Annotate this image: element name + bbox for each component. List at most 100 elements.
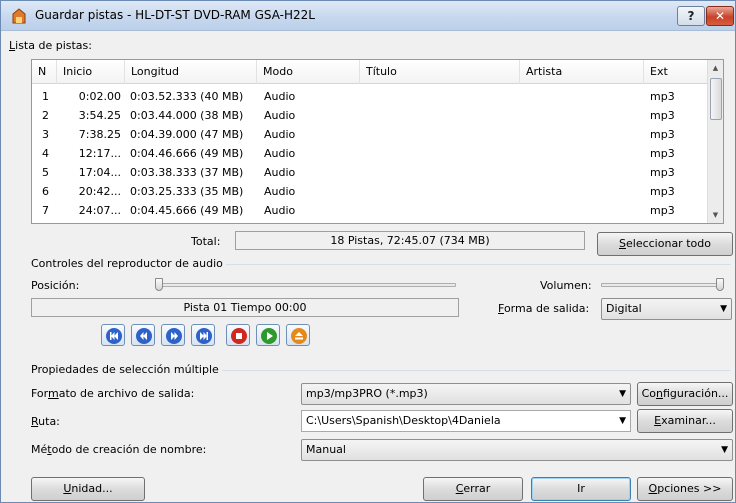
volume-slider[interactable] — [601, 283, 721, 287]
table-row[interactable]: 4 12:17... 0:04.46.666 (49 MB) Audio mp3 — [32, 144, 708, 163]
cell-ext: mp3 — [650, 90, 675, 103]
title-bar: Guardar pistas - HL-DT-ST DVD-RAM GSA-H2… — [1, 1, 735, 31]
cell-ext: mp3 — [650, 185, 675, 198]
player-group-title: Controles del reproductor de audio — [31, 257, 226, 270]
close-window-button[interactable]: ✕ — [706, 6, 734, 26]
cell-length: 0:03.38.333 (37 MB) — [130, 166, 244, 179]
cell-start: 17:04... — [78, 166, 121, 179]
cell-ext: mp3 — [650, 128, 675, 141]
cell-length: 0:03.44.000 (38 MB) — [130, 109, 244, 122]
column-header-n[interactable]: N — [32, 60, 57, 84]
volume-label: Volumen: — [540, 279, 592, 292]
eject-icon — [291, 328, 307, 344]
output-form-select[interactable]: Digital ▼ — [601, 298, 732, 320]
skip-forward-button[interactable] — [191, 324, 215, 346]
column-header-length[interactable]: Longitud — [125, 60, 257, 84]
cell-start: 3:54.25 — [78, 109, 121, 122]
table-row[interactable]: 6 20:42... 0:03.25.333 (35 MB) Audio mp3 — [32, 182, 708, 201]
scroll-up-icon[interactable]: ▲ — [708, 60, 723, 76]
cell-n: 6 — [42, 185, 49, 198]
table-row[interactable]: 5 17:04... 0:03.38.333 (37 MB) Audio mp3 — [32, 163, 708, 182]
track-list[interactable]: N Inicio Longitud Modo Título Artista Ex… — [31, 59, 724, 224]
go-button[interactable]: Ir — [531, 477, 631, 501]
rewind-icon — [136, 328, 152, 344]
cell-start: 7:38.25 — [78, 128, 121, 141]
cell-ext: mp3 — [650, 147, 675, 160]
skip-forward-icon — [196, 328, 212, 344]
close-button[interactable]: Cerrar — [423, 477, 523, 501]
app-icon — [12, 8, 26, 24]
help-button[interactable]: ? — [677, 6, 705, 26]
cell-n: 3 — [42, 128, 49, 141]
output-form-label: Forma de salida: — [498, 302, 590, 315]
naming-method-select[interactable]: Manual ▼ — [301, 439, 733, 461]
scroll-down-icon[interactable]: ▼ — [708, 207, 723, 223]
table-row[interactable]: 2 3:54.25 0:03.44.000 (38 MB) Audio mp3 — [32, 106, 708, 125]
play-button[interactable] — [256, 324, 280, 346]
rewind-button[interactable] — [131, 324, 155, 346]
cell-mode: Audio — [264, 90, 296, 103]
position-label: Posición: — [31, 279, 80, 292]
column-header-start[interactable]: Inicio — [57, 60, 125, 84]
track-list-header: N Inicio Longitud Modo Título Artista Ex… — [32, 60, 708, 84]
close-icon: ✕ — [714, 9, 726, 23]
cell-length: 0:03.52.333 (40 MB) — [130, 90, 244, 103]
cell-n: 5 — [42, 166, 49, 179]
cell-n: 7 — [42, 204, 49, 217]
play-icon — [261, 328, 277, 344]
stop-button[interactable] — [226, 324, 250, 346]
cell-n: 2 — [42, 109, 49, 122]
track-list-label: Lista de pistas: — [9, 39, 92, 52]
save-tracks-dialog: Guardar pistas - HL-DT-ST DVD-RAM GSA-H2… — [0, 0, 736, 503]
browse-button[interactable]: Examinar... — [637, 409, 733, 433]
cell-ext: mp3 — [650, 204, 675, 217]
cell-length: 0:04.39.000 (47 MB) — [130, 128, 244, 141]
path-label: Ruta: — [31, 415, 60, 428]
track-list-scrollbar[interactable]: ▲ ▼ — [707, 60, 723, 223]
table-row[interactable]: 7 24:07... 0:04.45.666 (49 MB) Audio mp3 — [32, 201, 708, 220]
skip-back-button[interactable] — [101, 324, 125, 346]
eject-button[interactable] — [286, 324, 310, 346]
unit-button[interactable]: Unidad... — [31, 477, 145, 501]
cell-ext: mp3 — [650, 109, 675, 122]
output-format-label: Formato de archivo de salida: — [31, 387, 195, 400]
scroll-thumb[interactable] — [710, 78, 722, 120]
cell-n: 1 — [42, 90, 49, 103]
volume-slider-thumb[interactable] — [716, 278, 724, 291]
output-format-select[interactable]: mp3/mp3PRO (*.mp3) ▼ — [301, 383, 631, 405]
column-header-ext[interactable]: Ext — [644, 60, 708, 84]
column-header-title[interactable]: Título — [360, 60, 520, 84]
naming-method-label: Método de creación de nombre: — [31, 443, 207, 456]
multi-group-title: Propiedades de selección múltiple — [31, 363, 222, 376]
skip-back-icon — [106, 328, 122, 344]
window-title: Guardar pistas - HL-DT-ST DVD-RAM GSA-H2… — [35, 8, 315, 22]
help-icon: ? — [687, 9, 695, 23]
chevron-down-icon: ▼ — [720, 304, 727, 314]
fast-forward-button[interactable] — [161, 324, 185, 346]
cell-length: 0:04.46.666 (49 MB) — [130, 147, 244, 160]
player-status: Pista 01 Tiempo 00:00 — [31, 298, 459, 317]
cell-start: 24:07... — [78, 204, 121, 217]
path-input[interactable]: C:\Users\Spanish\Desktop\4Daniela ▼ — [301, 410, 631, 432]
chevron-down-icon: ▼ — [721, 445, 728, 455]
cell-start: 12:17... — [78, 147, 121, 160]
select-all-button[interactable]: Seleccionar todo — [597, 232, 733, 256]
column-header-mode[interactable]: Modo — [257, 60, 360, 84]
table-row[interactable]: 1 0:02.00 0:03.52.333 (40 MB) Audio mp3 — [32, 87, 708, 106]
configuration-button[interactable]: Configuración... — [637, 382, 733, 406]
column-header-artist[interactable]: Artista — [520, 60, 644, 84]
table-row[interactable]: 3 7:38.25 0:04.39.000 (47 MB) Audio mp3 — [32, 125, 708, 144]
cell-mode: Audio — [264, 166, 296, 179]
cell-length: 0:04.45.666 (49 MB) — [130, 204, 244, 217]
position-slider[interactable] — [158, 283, 456, 287]
cell-mode: Audio — [264, 204, 296, 217]
fast-forward-icon — [166, 328, 182, 344]
total-label: Total: — [191, 235, 221, 248]
options-button[interactable]: Opciones >> — [637, 477, 733, 501]
position-slider-thumb[interactable] — [155, 278, 163, 291]
cell-ext: mp3 — [650, 166, 675, 179]
cell-mode: Audio — [264, 185, 296, 198]
cell-length: 0:03.25.333 (35 MB) — [130, 185, 244, 198]
cell-start: 0:02.00 — [78, 90, 121, 103]
total-value: 18 Pistas, 72:45.07 (734 MB) — [235, 231, 585, 250]
